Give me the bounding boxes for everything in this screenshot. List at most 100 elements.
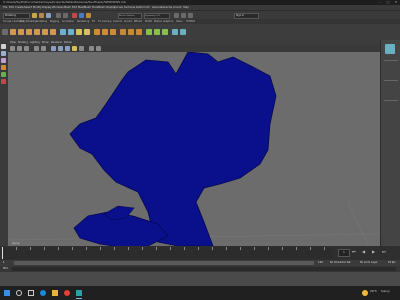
select-component-icon[interactable] bbox=[86, 13, 91, 18]
lasso-tool-icon[interactable] bbox=[1, 51, 6, 56]
frame-tick bbox=[268, 247, 269, 250]
frame-tick bbox=[114, 247, 115, 250]
right-dock-panel bbox=[380, 40, 400, 246]
retopologize-icon[interactable] bbox=[180, 29, 186, 35]
camera-attributes-icon[interactable] bbox=[17, 46, 22, 51]
open-scene-icon[interactable] bbox=[39, 13, 44, 18]
select-hierarchy-icon[interactable] bbox=[72, 13, 77, 18]
frame-tick bbox=[324, 247, 325, 250]
redo-icon[interactable] bbox=[63, 13, 68, 18]
playback-controls: ⏮ ◀ ▶ ⏭ bbox=[352, 249, 396, 255]
separate-icon[interactable] bbox=[68, 29, 74, 35]
wireframe-icon[interactable] bbox=[51, 46, 56, 51]
frame-tick bbox=[156, 247, 157, 250]
frame-tick bbox=[86, 247, 87, 250]
select-object-icon[interactable] bbox=[79, 13, 84, 18]
lights-icon[interactable] bbox=[72, 46, 77, 51]
new-scene-icon[interactable] bbox=[32, 13, 37, 18]
quad-draw-icon[interactable] bbox=[172, 29, 178, 35]
ipr-render-icon[interactable] bbox=[181, 13, 186, 18]
render-settings-icon[interactable] bbox=[188, 13, 193, 18]
boolean-union-icon[interactable] bbox=[94, 29, 100, 35]
isolate-select-icon[interactable] bbox=[96, 46, 101, 51]
go-to-end-icon[interactable]: ⏭ bbox=[382, 249, 386, 254]
chrome-icon[interactable] bbox=[64, 290, 70, 296]
shadows-icon[interactable] bbox=[79, 46, 84, 51]
camera-select-icon[interactable] bbox=[10, 46, 15, 51]
current-frame-field[interactable]: 1 bbox=[338, 249, 350, 257]
select-tool-icon[interactable] bbox=[1, 44, 6, 49]
channel-box-icon[interactable] bbox=[385, 44, 395, 54]
weather-temperature: 20°C bbox=[370, 289, 377, 293]
file-explorer-icon[interactable] bbox=[52, 290, 58, 296]
boolean-intersection-icon[interactable] bbox=[110, 29, 116, 35]
frame-tick bbox=[310, 247, 311, 250]
frame-tick bbox=[44, 247, 45, 250]
camera-label: persp bbox=[12, 241, 20, 245]
time-slider[interactable]: 1 ⏮ ◀ ▶ ⏭ bbox=[0, 246, 400, 260]
bookmarks-icon[interactable] bbox=[24, 46, 29, 51]
play-forward-icon[interactable]: ▶ bbox=[372, 249, 375, 254]
frame-tick bbox=[128, 247, 129, 250]
frame-tick bbox=[226, 247, 227, 250]
frame-tick bbox=[184, 247, 185, 250]
play-backward-icon[interactable]: ◀ bbox=[362, 249, 365, 254]
poly-cone-icon[interactable] bbox=[34, 29, 40, 35]
edge-icon[interactable] bbox=[40, 290, 46, 296]
poly-cylinder-icon[interactable] bbox=[26, 29, 32, 35]
save-scene-icon[interactable] bbox=[46, 13, 51, 18]
command-input[interactable] bbox=[12, 267, 396, 271]
weather-description: Sunny bbox=[381, 289, 390, 293]
windows-start-icon[interactable] bbox=[4, 290, 10, 296]
smooth-shade-icon[interactable] bbox=[58, 46, 63, 51]
smooth-icon[interactable] bbox=[84, 29, 90, 35]
frame-tick bbox=[100, 247, 101, 250]
time-slider-track[interactable] bbox=[2, 247, 332, 259]
frame-tick bbox=[296, 247, 297, 250]
move-tool-icon[interactable] bbox=[1, 65, 6, 70]
poly-plane-icon[interactable] bbox=[50, 29, 56, 35]
combine-icon[interactable] bbox=[60, 29, 66, 35]
multi-cut-icon[interactable] bbox=[146, 29, 152, 35]
frame-tick bbox=[16, 247, 17, 250]
undo-icon[interactable] bbox=[56, 13, 61, 18]
viewport-3d[interactable]: persp bbox=[8, 52, 380, 246]
shelf bbox=[0, 24, 400, 41]
taskbar: 20°C Sunny bbox=[0, 286, 400, 300]
xray-icon[interactable] bbox=[89, 46, 94, 51]
frame-tick bbox=[58, 247, 59, 250]
poly-cube-icon[interactable] bbox=[18, 29, 24, 35]
scale-tool-icon[interactable] bbox=[1, 79, 6, 84]
weather-sun-icon bbox=[362, 290, 368, 296]
ground-grid-line bbox=[347, 201, 369, 246]
frame-tick bbox=[142, 247, 143, 250]
search-icon[interactable] bbox=[16, 290, 22, 296]
extract-icon[interactable] bbox=[76, 29, 82, 35]
extrude-icon[interactable] bbox=[120, 29, 126, 35]
maya-icon[interactable] bbox=[76, 290, 82, 296]
render-icon[interactable] bbox=[174, 13, 179, 18]
range-slider-bar[interactable] bbox=[14, 261, 314, 265]
textured-icon[interactable] bbox=[65, 46, 70, 51]
bridge-icon[interactable] bbox=[128, 29, 134, 35]
active-app-indicator bbox=[76, 298, 82, 299]
frame-tick bbox=[198, 247, 199, 250]
poly-sphere-icon[interactable] bbox=[10, 29, 16, 35]
film-gate-icon[interactable] bbox=[41, 46, 46, 51]
frame-tick bbox=[170, 247, 171, 250]
bevel-icon[interactable] bbox=[136, 29, 142, 35]
divider bbox=[384, 60, 398, 61]
rotate-tool-icon[interactable] bbox=[1, 72, 6, 77]
connect-icon[interactable] bbox=[162, 29, 168, 35]
grid-icon[interactable] bbox=[34, 46, 39, 51]
current-frame-marker[interactable] bbox=[2, 247, 3, 259]
target-weld-icon[interactable] bbox=[154, 29, 160, 35]
task-view-icon[interactable] bbox=[28, 290, 34, 296]
shelf-settings-icon[interactable] bbox=[2, 29, 8, 35]
poly-torus-icon[interactable] bbox=[42, 29, 48, 35]
flower-mesh[interactable] bbox=[69, 52, 277, 246]
go-to-start-icon[interactable]: ⏮ bbox=[352, 249, 356, 254]
paint-select-icon[interactable] bbox=[1, 58, 6, 63]
divider bbox=[384, 80, 398, 81]
boolean-difference-icon[interactable] bbox=[102, 29, 108, 35]
